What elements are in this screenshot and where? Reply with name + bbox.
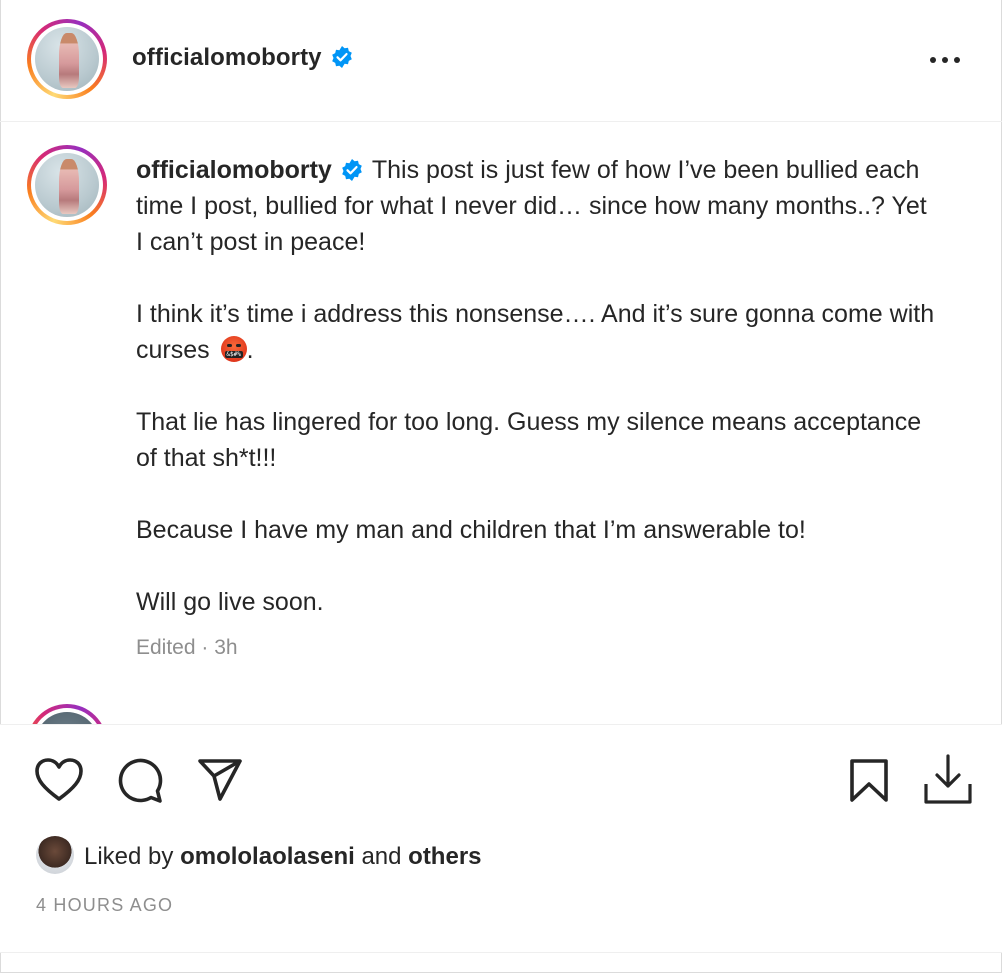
caption-paragraph-5: Will go live soon. bbox=[136, 584, 936, 620]
comment-icon[interactable] bbox=[115, 757, 165, 805]
caption-paragraph-2: I think it’s time i address this nonsens… bbox=[136, 296, 936, 368]
post-header: officialomoborty bbox=[0, 0, 1002, 122]
caption-paragraph-3: That lie has lingered for too long. Gues… bbox=[136, 404, 936, 476]
bookmark-icon[interactable] bbox=[846, 758, 892, 804]
more-horizontal-icon[interactable] bbox=[925, 48, 965, 72]
liked-by-others-link[interactable]: others bbox=[408, 843, 481, 870]
download-icon[interactable] bbox=[922, 752, 974, 806]
caption-username[interactable]: officialomoborty bbox=[136, 156, 332, 184]
meta-separator: · bbox=[201, 636, 209, 659]
caption-text: I think it’s time i address this nonsens… bbox=[136, 300, 935, 364]
next-comment-peek bbox=[0, 700, 200, 724]
verified-badge-icon bbox=[342, 159, 362, 181]
caption-author-avatar[interactable] bbox=[27, 145, 107, 225]
divider bbox=[0, 952, 1002, 953]
caption-time[interactable]: 3h bbox=[214, 636, 237, 659]
verified-badge-icon bbox=[331, 46, 352, 68]
caption-meta: Edited · 3h bbox=[136, 636, 238, 660]
caption-period: . bbox=[246, 336, 254, 364]
caption-paragraph-4: Because I have my man and children that … bbox=[136, 512, 936, 548]
liked-by-connector: and bbox=[361, 843, 402, 870]
caption-text: Because I have my man and children that … bbox=[136, 516, 806, 544]
liked-by-prefix: Liked by bbox=[84, 843, 174, 870]
liker-avatar[interactable] bbox=[36, 836, 74, 874]
post-caption: officialomoborty This post is just few o… bbox=[136, 152, 936, 620]
caption-text: That lie has lingered for too long. Gues… bbox=[136, 408, 922, 472]
author-avatar[interactable] bbox=[27, 19, 107, 99]
post-timestamp[interactable]: 4 HOURS AGO bbox=[36, 895, 173, 916]
liked-by-text: Liked by omololaolaseni and others bbox=[84, 843, 482, 871]
comment-avatar[interactable] bbox=[27, 704, 107, 724]
edited-label[interactable]: Edited bbox=[136, 636, 196, 659]
send-icon[interactable] bbox=[196, 757, 244, 803]
author-username-link[interactable]: officialomoborty bbox=[132, 44, 354, 72]
cursing-face-emoji-icon: &$#% bbox=[220, 336, 247, 362]
heart-icon[interactable] bbox=[34, 756, 84, 804]
caption-text: Will go live soon. bbox=[136, 588, 324, 616]
author-username[interactable]: officialomoborty bbox=[132, 44, 322, 71]
caption-paragraph-1: officialomoborty This post is just few o… bbox=[136, 152, 936, 260]
liker-username[interactable]: omololaolaseni bbox=[180, 843, 355, 870]
